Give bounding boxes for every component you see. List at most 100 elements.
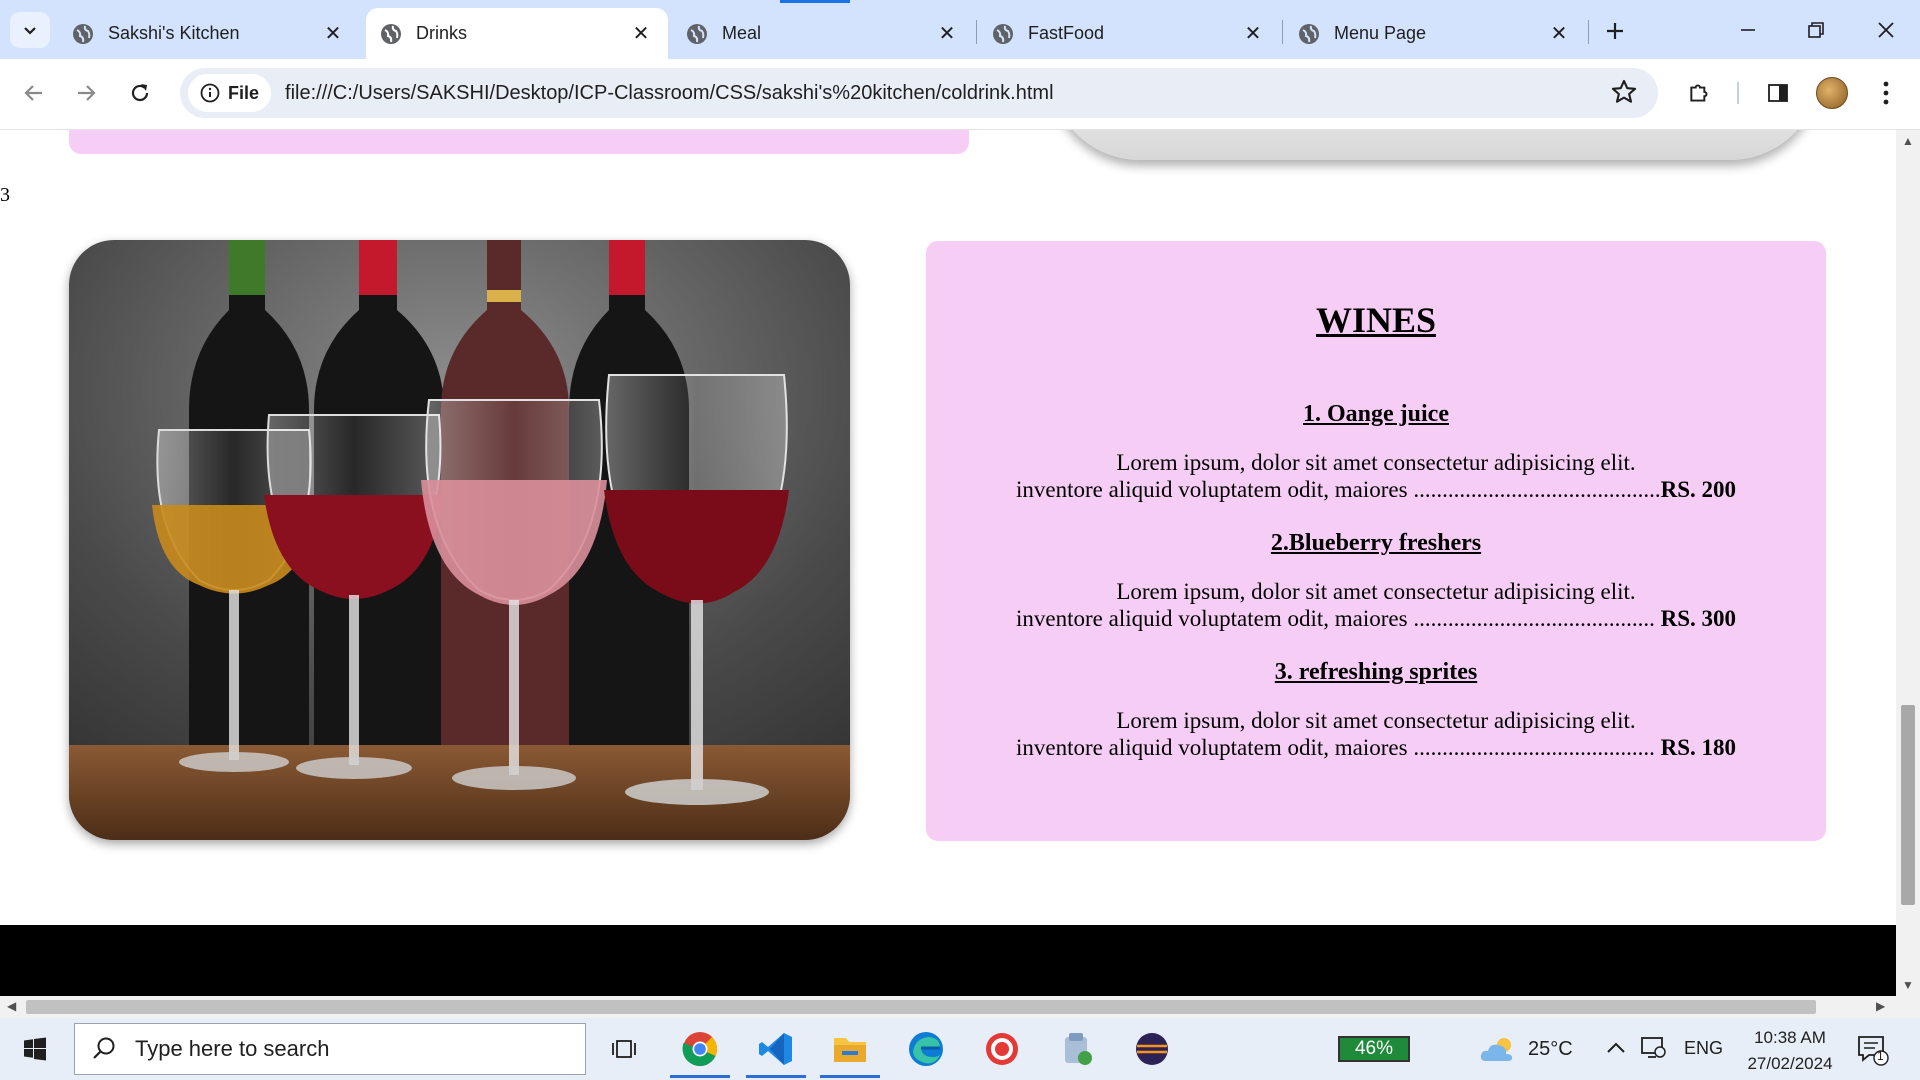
cloud-icon xyxy=(1480,1038,1513,1061)
previous-food-image xyxy=(1050,130,1820,160)
taskbar-vscode[interactable] xyxy=(740,1018,812,1080)
menu-item-desc-line: inventore aliquid voluptatem odit, maior… xyxy=(926,734,1826,761)
site-info-chip[interactable]: File xyxy=(188,74,272,112)
menu-title: WINES xyxy=(1315,300,1437,340)
menu-item-desc-text: inventore aliquid voluptatem odit, maior… xyxy=(1016,735,1655,760)
scroll-left-icon[interactable]: ◀ xyxy=(7,999,16,1013)
taskbar: Type here to search 46% 25°C ENG 10:38 A… xyxy=(0,1018,1920,1080)
taskbar-file-explorer[interactable] xyxy=(814,1018,886,1080)
globe-icon xyxy=(993,23,1013,44)
horizontal-scrollbar[interactable]: ◀ ▶ xyxy=(0,996,1896,1018)
tab-loading-indicator xyxy=(780,0,850,3)
scrollbar-corner xyxy=(1896,996,1920,1018)
menu-item-price: RS. 180 xyxy=(1660,735,1736,760)
close-window-button[interactable] xyxy=(1856,8,1916,52)
battery-indicator[interactable]: 46% xyxy=(1338,1036,1410,1062)
network-status[interactable] xyxy=(1640,1035,1666,1064)
system-clock[interactable]: 10:38 AM 27/02/2024 xyxy=(1740,1025,1840,1077)
close-tab-icon[interactable]: ✕ xyxy=(1544,19,1574,49)
puzzle-icon xyxy=(1690,84,1708,102)
target-app-icon xyxy=(986,1033,1018,1065)
scroll-right-icon[interactable]: ▶ xyxy=(1876,999,1885,1013)
clock-date: 27/02/2024 xyxy=(1747,1054,1833,1073)
vscode-icon xyxy=(759,1033,792,1065)
site-info-label: File xyxy=(228,82,260,103)
browser-toolbar: File file:///C:/Users/SAKSHI/Desktop/ICP… xyxy=(0,59,1920,130)
weather-widget[interactable]: 25°C xyxy=(1478,1034,1573,1064)
eclipse-icon xyxy=(1136,1033,1168,1065)
tab-fastfood[interactable]: FastFood ✕ xyxy=(978,8,1280,59)
taskbar-app-installer[interactable] xyxy=(1042,1018,1114,1080)
bookmark-button[interactable] xyxy=(1610,78,1638,111)
scroll-up-icon[interactable]: ▲ xyxy=(1902,134,1914,148)
address-bar[interactable]: File file:///C:/Users/SAKSHI/Desktop/ICP… xyxy=(180,68,1658,118)
close-tab-icon[interactable]: ✕ xyxy=(318,19,348,49)
close-tab-icon[interactable]: ✕ xyxy=(626,19,656,49)
menu-item-name: 2.Blueberry freshers xyxy=(1270,530,1482,556)
task-view-icon xyxy=(612,1040,636,1058)
close-icon xyxy=(1878,22,1894,38)
language-indicator[interactable]: ENG xyxy=(1684,1038,1723,1059)
menu-item-desc-line: inventore aliquid voluptatem odit, maior… xyxy=(926,476,1826,503)
wines-menu-card: WINES 1. Oange juice Lorem ipsum, dolor … xyxy=(926,241,1826,841)
menu-item-desc-line: inventore aliquid voluptatem odit, maior… xyxy=(926,605,1826,632)
avatar xyxy=(1816,77,1848,109)
scroll-down-icon[interactable]: ▼ xyxy=(1902,978,1914,992)
menu-item-desc-line: Lorem ipsum, dolor sit amet consectetur … xyxy=(1116,579,1636,604)
wine-glasses-image xyxy=(69,240,850,840)
taskbar-chrome[interactable] xyxy=(664,1018,736,1080)
back-button[interactable] xyxy=(14,73,54,113)
side-panel-icon xyxy=(1768,84,1788,102)
forward-button[interactable] xyxy=(66,73,106,113)
restore-button[interactable] xyxy=(1786,8,1846,52)
vertical-scrollbar[interactable]: ▲ ▼ xyxy=(1896,130,1920,996)
star-icon xyxy=(1611,79,1637,103)
tab-meal[interactable]: Meal ✕ xyxy=(672,8,974,59)
previous-menu-card xyxy=(69,130,969,154)
tab-title: Sakshi's Kitchen xyxy=(108,23,240,43)
reload-button[interactable] xyxy=(120,73,160,113)
tab-sakshis-kitchen[interactable]: Sakshi's Kitchen ✕ xyxy=(58,8,360,59)
tab-drinks[interactable]: Drinks ✕ xyxy=(366,8,668,59)
notification-count: 1 xyxy=(1877,1049,1884,1063)
search-placeholder: Type here to search xyxy=(135,1036,330,1061)
menu-button[interactable] xyxy=(1866,73,1906,113)
menu-item-price: RS. 300 xyxy=(1660,606,1736,631)
chrome-icon xyxy=(682,1032,717,1067)
show-hidden-icons-button[interactable] xyxy=(1606,1038,1626,1059)
taskbar-search[interactable]: Type here to search xyxy=(74,1023,586,1075)
page-footer xyxy=(0,925,1896,996)
installer-icon xyxy=(1065,1033,1092,1065)
url-text[interactable]: file:///C:/Users/SAKSHI/Desktop/ICP-Clas… xyxy=(285,82,1054,105)
tab-menu-page[interactable]: Menu Page ✕ xyxy=(1284,8,1586,59)
side-panel-button[interactable] xyxy=(1758,73,1798,113)
notification-icon xyxy=(1858,1036,1889,1066)
task-view-button[interactable] xyxy=(588,1018,660,1080)
forward-arrow-icon xyxy=(78,85,96,101)
tab-search-button[interactable] xyxy=(10,12,50,48)
start-button[interactable] xyxy=(0,1018,70,1080)
globe-icon xyxy=(73,23,93,44)
tab-strip: Sakshi's Kitchen ✕ Drinks ✕ Meal ✕ FastF… xyxy=(0,0,1920,59)
new-tab-button[interactable] xyxy=(1598,14,1632,48)
horizontal-scroll-thumb[interactable] xyxy=(26,1000,1816,1014)
tab-title: Menu Page xyxy=(1334,23,1427,43)
minimize-button[interactable] xyxy=(1718,8,1778,52)
vertical-scroll-thumb[interactable] xyxy=(1901,705,1915,905)
close-tab-icon[interactable]: ✕ xyxy=(932,19,962,49)
extensions-button[interactable] xyxy=(1680,73,1720,113)
profile-button[interactable] xyxy=(1812,73,1852,113)
taskbar-app-target[interactable] xyxy=(966,1018,1038,1080)
close-tab-icon[interactable]: ✕ xyxy=(1238,19,1268,49)
reload-icon xyxy=(131,84,149,102)
info-icon xyxy=(200,83,220,103)
globe-icon xyxy=(687,23,707,44)
tab-title: Drinks xyxy=(416,23,468,43)
menu-item-desc-text: inventore aliquid voluptatem odit, maior… xyxy=(1016,477,1661,502)
taskbar-eclipse[interactable] xyxy=(1116,1018,1188,1080)
chevron-down-icon xyxy=(24,27,36,35)
menu-item-description: Lorem ipsum, dolor sit amet consectetur … xyxy=(926,707,1826,761)
notification-center-button[interactable]: 1 xyxy=(1856,1034,1890,1071)
temperature: 25°C xyxy=(1528,1037,1573,1060)
taskbar-edge[interactable] xyxy=(890,1018,962,1080)
